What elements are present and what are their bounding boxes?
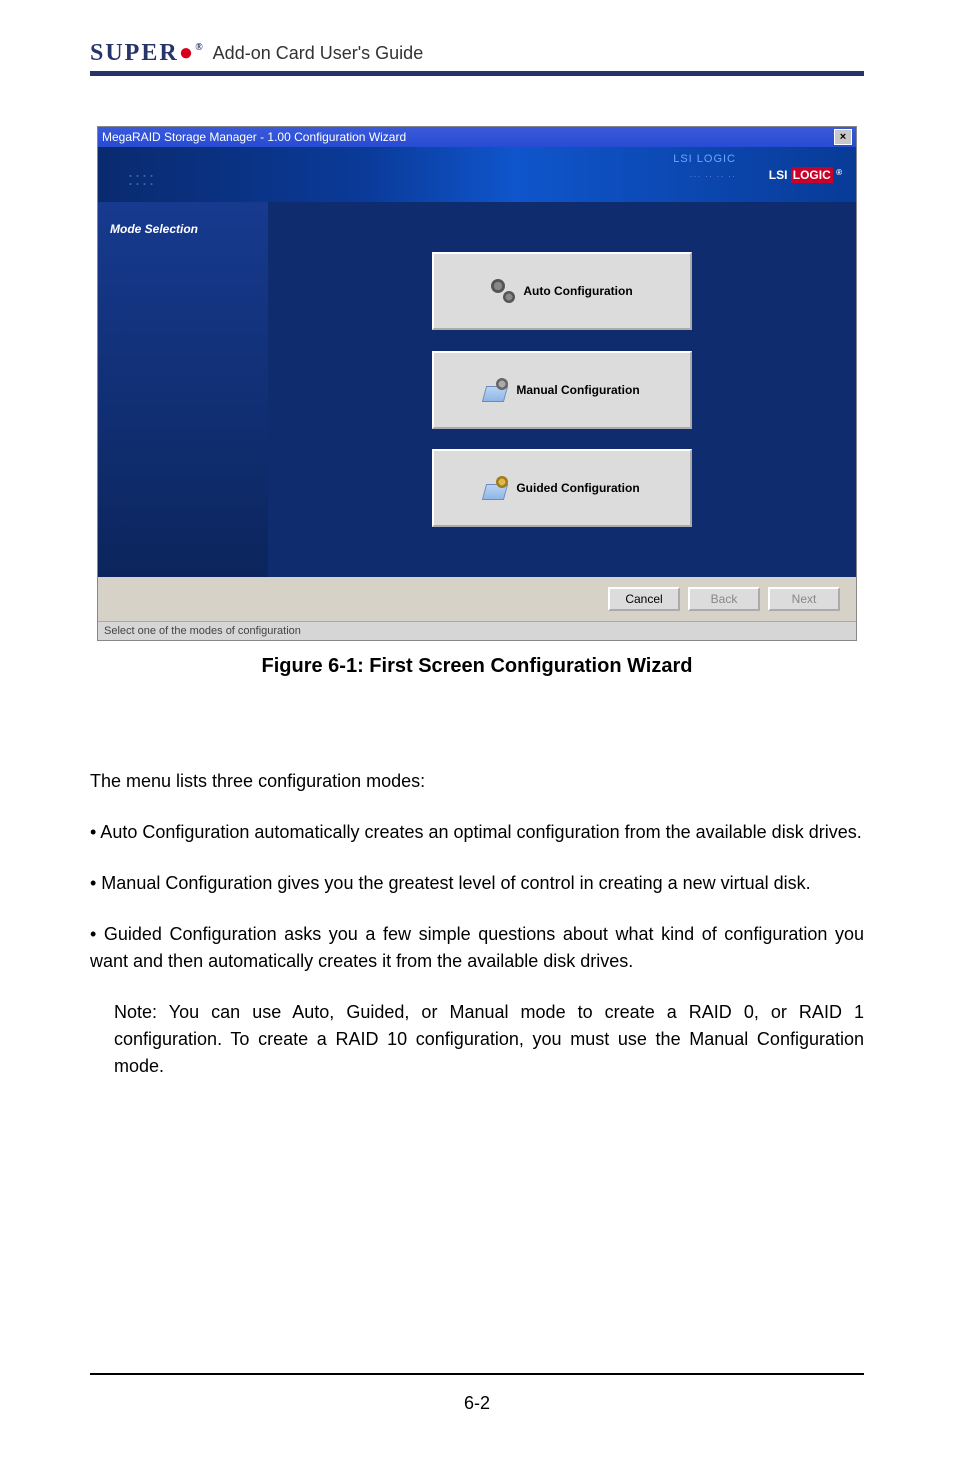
wizard-body: Mode Selection Auto Configuration Manual…	[98, 202, 856, 577]
next-label: Next	[792, 592, 817, 606]
mode-selection-label: Mode Selection	[110, 222, 256, 236]
body-text: The menu lists three configuration modes…	[90, 768, 864, 1080]
back-label: Back	[711, 592, 738, 606]
next-button[interactable]: Next	[768, 587, 840, 611]
brand-prefix: LSI	[769, 168, 788, 182]
figure-caption: Figure 6-1: First Screen Configuration W…	[90, 655, 864, 678]
logo: SUPER●®	[90, 40, 205, 67]
guided-configuration-label: Guided Configuration	[516, 481, 639, 495]
brand-label: LSI LOGIC ®	[769, 168, 842, 182]
wizard-banner: :::: LSI LOGIC ··· ·· ·· ·· LSI LOGIC ®	[98, 147, 856, 202]
wizard-title: MegaRAID Storage Manager - 1.00 Configur…	[102, 130, 406, 144]
intro-paragraph: The menu lists three configuration modes…	[90, 768, 864, 795]
logo-dot-icon: ●	[179, 40, 196, 66]
page-header-title: Add-on Card User's Guide	[213, 43, 424, 64]
cancel-button[interactable]: Cancel	[608, 587, 680, 611]
banner-decor-icon: ::::	[128, 169, 156, 190]
bullet-manual: • Manual Configuration gives you the gre…	[90, 870, 864, 897]
bullet-guided: • Guided Configuration asks you a few si…	[90, 921, 864, 975]
page-footer: 6-2	[90, 1373, 864, 1414]
wizard-footer: Cancel Back Next	[98, 577, 856, 621]
wizard-main: Auto Configuration Manual Configuration …	[268, 202, 856, 577]
header-divider	[90, 71, 864, 76]
banner-stamp: LSI LOGIC	[673, 153, 736, 165]
brand-reg: ®	[836, 168, 842, 177]
close-icon[interactable]: ×	[834, 129, 852, 145]
wizard-titlebar: MegaRAID Storage Manager - 1.00 Configur…	[98, 127, 856, 147]
manual-gear-icon	[484, 378, 508, 402]
wizard-statusbar: Select one of the modes of configuration	[98, 621, 856, 640]
logo-reg: ®	[195, 42, 204, 53]
footer-divider	[90, 1373, 864, 1375]
logo-text: SUPER	[90, 40, 179, 66]
auto-configuration-button[interactable]: Auto Configuration	[432, 252, 692, 330]
manual-configuration-button[interactable]: Manual Configuration	[432, 351, 692, 429]
guided-gear-icon	[484, 476, 508, 500]
auto-configuration-label: Auto Configuration	[523, 284, 632, 298]
bullet-auto: • Auto Configuration automatically creat…	[90, 819, 864, 846]
note-block: Note: You can use Auto, Guided, or Manua…	[90, 999, 864, 1080]
guided-configuration-button[interactable]: Guided Configuration	[432, 449, 692, 527]
wizard-window: MegaRAID Storage Manager - 1.00 Configur…	[97, 126, 857, 641]
wizard-sidebar: Mode Selection	[98, 202, 268, 577]
page-number: 6-2	[90, 1393, 864, 1414]
gears-icon	[491, 279, 515, 303]
back-button[interactable]: Back	[688, 587, 760, 611]
manual-configuration-label: Manual Configuration	[516, 383, 639, 397]
cancel-label: Cancel	[625, 592, 662, 606]
banner-substamp: ··· ·· ·· ··	[690, 171, 736, 181]
brand-box: LOGIC	[791, 167, 833, 183]
note-paragraph: Note: You can use Auto, Guided, or Manua…	[114, 999, 864, 1080]
